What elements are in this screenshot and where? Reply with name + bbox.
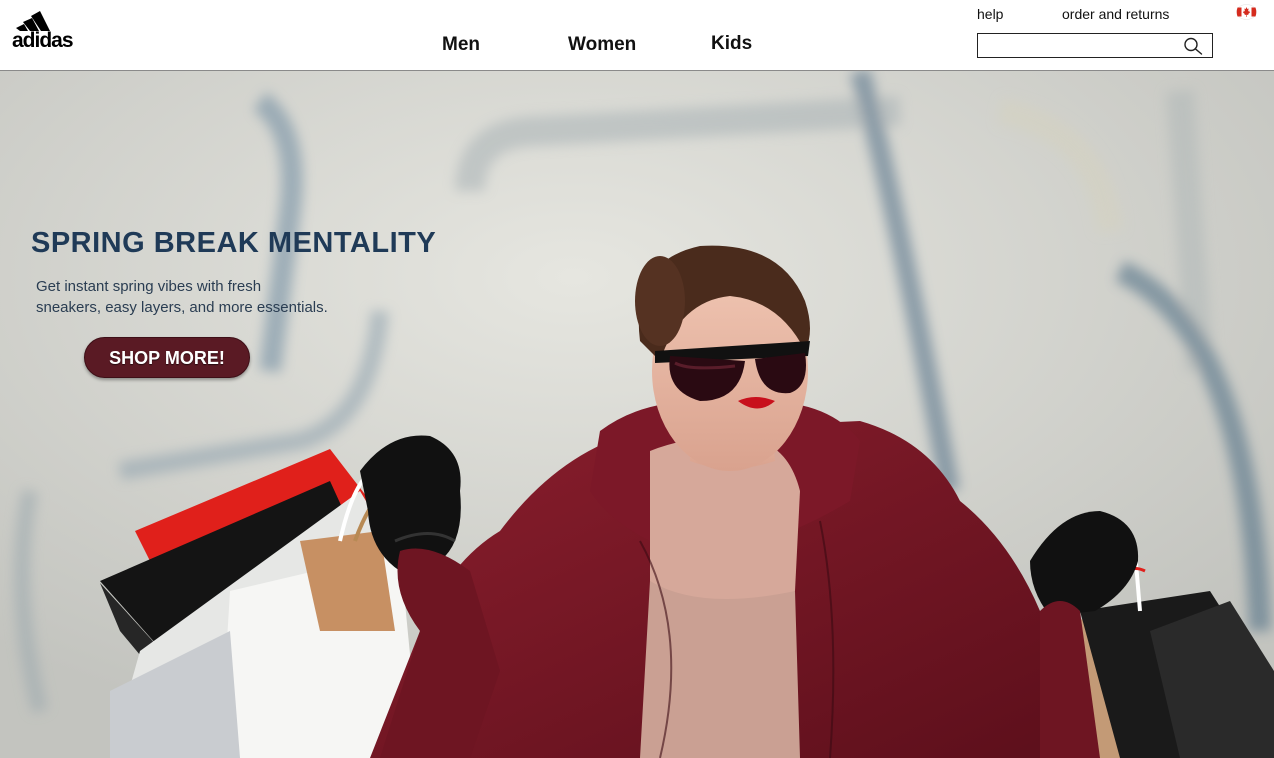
adidas-logo[interactable]: adidas — [12, 11, 82, 59]
page: adidas Men Women Kids help order and ret… — [0, 0, 1274, 758]
nav-women[interactable]: Women — [568, 35, 636, 54]
help-link[interactable]: help — [977, 6, 1003, 22]
hero-title: SPRING BREAK MENTALITY — [31, 227, 437, 259]
nav-men[interactable]: Men — [442, 35, 480, 54]
site-header: adidas Men Women Kids help order and ret… — [0, 0, 1274, 71]
search-icon[interactable] — [1183, 37, 1203, 55]
hero-subtitle-line-2: sneakers, easy layers, and more essentia… — [36, 299, 328, 316]
order-returns-link[interactable]: order and returns — [1062, 6, 1169, 22]
nav-kids[interactable]: Kids — [711, 34, 752, 53]
shop-more-button[interactable]: SHOP MORE! — [84, 337, 250, 378]
logo-wordmark: adidas — [12, 29, 74, 52]
hero-banner: SPRING BREAK MENTALITY Get instant sprin… — [0, 71, 1274, 758]
canada-flag-icon[interactable] — [1236, 4, 1257, 20]
adidas-logo-stripes-icon — [16, 11, 50, 31]
hero-subtitle: Get instant spring vibes with fresh snea… — [36, 276, 356, 318]
hero-subtitle-line-1: Get instant spring vibes with fresh — [36, 278, 262, 295]
search-input[interactable] — [978, 34, 1176, 57]
search-box — [977, 33, 1213, 58]
woman-with-shopping-bags-photo — [0, 71, 1274, 758]
